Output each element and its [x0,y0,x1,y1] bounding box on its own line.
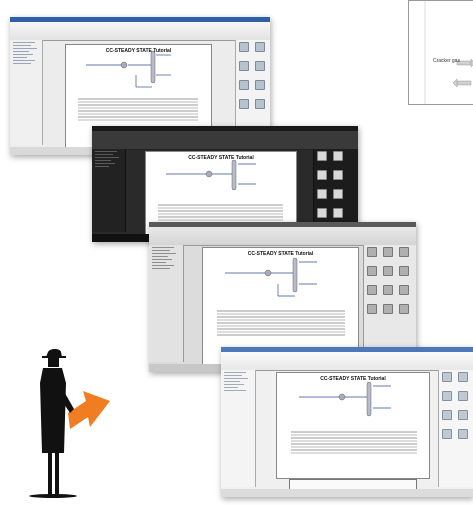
navigation-pane[interactable] [221,370,256,487]
navigation-pane[interactable] [10,40,43,145]
column-icon [292,257,298,293]
stream-table [78,98,198,122]
ribbon-toolbar[interactable] [221,352,473,371]
column-icon [366,381,372,417]
column-icon [231,159,237,191]
corner-panel: Cracker gas [408,0,473,105]
heat-exchanger-icon [338,393,346,401]
ribbon-toolbar[interactable] [92,131,358,150]
status-bar [221,489,473,497]
corner-diagram [424,1,473,104]
heat-exchanger-icon [120,61,128,69]
model-palette[interactable] [438,370,473,487]
flowsheet-title: CC-STEADY STATE Tutorial [247,251,314,257]
flowsheet-diagram [299,381,391,417]
flowsheet-canvas[interactable]: CC-STEADY STATE Tutorial [276,372,430,479]
flowsheet-title: CC-STEADY STATE Tutorial [105,48,172,54]
ribbon-toolbar[interactable] [149,227,416,246]
ribbon-toolbar[interactable] [10,22,270,41]
navigation-pane[interactable] [149,245,184,362]
heat-exchanger-icon [205,170,213,178]
stream-table [158,204,283,222]
man-with-arrow-icon [29,349,110,498]
model-palette[interactable] [313,149,358,237]
arrow-stream-icon [456,80,472,86]
column-icon [150,50,156,84]
navigation-pane[interactable] [92,149,126,232]
stream-label: Cracker gas [433,58,460,64]
screenshot-window-4: CC-STEADY STATE Tutorial [221,347,473,497]
stream-table [217,310,345,337]
flowsheet-title: CC-STEADY STATE Tutorial [320,376,386,382]
heat-exchanger-icon [264,269,272,277]
flowsheet-title: CC-STEADY STATE Tutorial [188,155,254,161]
model-palette[interactable] [363,245,416,362]
stream-table [291,431,417,455]
